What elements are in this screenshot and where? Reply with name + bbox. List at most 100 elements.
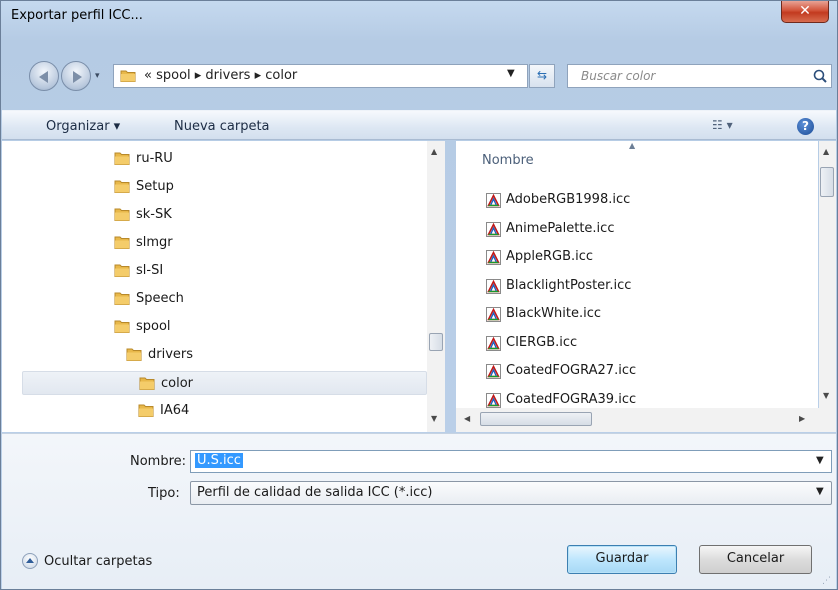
refresh-icon: ⇆ — [536, 68, 548, 82]
tree-item-label: slmgr — [136, 235, 173, 250]
tree-item-label: color — [161, 376, 194, 391]
list-item[interactable]: CIERGB.icc — [486, 332, 806, 354]
file-name: CIERGB.icc — [506, 334, 578, 350]
tree-item[interactable]: sl-SI — [2, 259, 407, 283]
chevron-down-icon[interactable]: ▼ — [816, 486, 824, 497]
sort-ascending-icon: ▲ — [629, 141, 636, 150]
file-type-value: Perfil de calidad de salida ICC (*.icc) — [197, 485, 433, 500]
folder-icon — [114, 152, 130, 165]
hide-folders-label: Ocultar carpetas — [44, 554, 153, 569]
tree-item-label: IA64 — [160, 403, 190, 418]
scroll-thumb[interactable] — [480, 412, 592, 426]
scroll-right-icon[interactable]: ▶ — [799, 414, 805, 423]
file-name: CoatedFOGRA39.icc — [506, 391, 637, 407]
refresh-button[interactable]: ⇆ — [529, 64, 555, 88]
folder-tree-scrollbar[interactable]: ▲ ▼ — [427, 141, 445, 432]
tree-item[interactable]: IA64 — [2, 399, 407, 423]
folder-icon — [138, 404, 154, 417]
address-dropdown-icon[interactable]: ▼ — [507, 68, 515, 79]
list-item[interactable]: AdobeRGB1998.icc — [486, 189, 806, 211]
icc-profile-icon — [486, 250, 501, 265]
scroll-thumb[interactable] — [820, 167, 834, 197]
tree-item[interactable]: color — [22, 371, 427, 395]
tree-item[interactable]: Setup — [2, 175, 407, 199]
file-name: BlackWhite.icc — [506, 306, 602, 321]
tree-item[interactable]: sk-SK — [2, 203, 407, 227]
folder-tree: ru-RU Setup sk-SK slmgr sl-SI Speech spool driv… — [2, 141, 445, 432]
resize-grip-icon[interactable]: ⋰ — [822, 576, 831, 586]
file-name: CoatedFOGRA27.icc — [506, 363, 637, 378]
scroll-left-icon[interactable]: ◀ — [464, 414, 470, 423]
file-type-select[interactable]: Perfil de calidad de salida ICC (*.icc) … — [190, 481, 832, 505]
save-options-panel: Nombre: U.S.icc ▼ Tipo: Perfil de calida… — [2, 433, 836, 589]
folder-icon — [114, 292, 130, 305]
close-icon: ✕ — [799, 3, 811, 19]
file-name-value[interactable]: U.S.icc — [195, 453, 243, 468]
icc-profile-icon — [486, 335, 501, 351]
tree-item[interactable]: ru-RU — [2, 147, 407, 171]
tree-item-label: drivers — [148, 347, 194, 362]
tree-item[interactable]: slmgr — [2, 231, 407, 255]
list-item[interactable]: BlacklightPoster.icc — [486, 275, 806, 297]
scroll-up-icon[interactable]: ▲ — [823, 147, 829, 156]
tree-item-label: sk-SK — [136, 207, 172, 222]
folder-icon — [114, 236, 130, 249]
close-button[interactable]: ✕ — [781, 1, 829, 23]
tree-item-label: Setup — [136, 179, 174, 194]
search-icon[interactable] — [812, 68, 828, 84]
file-name: AnimePalette.icc — [506, 220, 615, 236]
organize-menu[interactable]: Organizar ▾ — [46, 119, 120, 134]
file-list: Nombre ▲ AdobeRGB1998.icc AnimePalette.ic… — [456, 141, 818, 408]
recent-pages-dropdown[interactable]: ▾ — [95, 71, 107, 83]
file-list-vertical-scrollbar[interactable]: ▲ ▼ — [819, 141, 836, 408]
icc-profile-icon — [486, 278, 501, 294]
save-button[interactable]: Guardar — [567, 545, 677, 574]
file-name: AppleRGB.icc — [506, 249, 594, 264]
collapse-icon — [22, 553, 38, 569]
folder-icon — [114, 320, 130, 333]
address-bar[interactable]: « spool ▸ drivers ▸ color ▼ — [113, 64, 528, 88]
icc-profile-icon — [486, 364, 501, 379]
scroll-down-icon[interactable]: ▼ — [823, 391, 829, 400]
list-item[interactable]: AnimePalette.icc — [486, 218, 806, 240]
forward-button[interactable] — [61, 61, 91, 91]
list-item[interactable]: CoatedFOGRA27.icc — [486, 360, 806, 382]
list-item[interactable]: AppleRGB.icc — [486, 246, 806, 268]
tree-item[interactable]: Speech — [2, 287, 407, 311]
column-header-name[interactable]: Nombre — [482, 153, 534, 168]
cancel-button[interactable]: Cancelar — [699, 545, 812, 574]
scroll-down-icon[interactable]: ▼ — [431, 414, 437, 423]
icc-profile-icon — [486, 221, 501, 237]
command-bar: Organizar ▾ Nueva carpeta ☷ ▾ ? — [2, 110, 836, 140]
address-path[interactable]: « spool ▸ drivers ▸ color — [144, 68, 297, 83]
view-options-icon[interactable]: ☷ ▾ — [712, 118, 733, 132]
folder-icon — [139, 377, 155, 390]
file-name-input[interactable]: U.S.icc ▼ — [190, 450, 832, 473]
scroll-thumb[interactable] — [429, 333, 443, 351]
chevron-down-icon[interactable]: ▼ — [816, 455, 824, 466]
folder-icon — [114, 180, 130, 193]
search-placeholder: Buscar color — [581, 69, 656, 83]
file-name: AdobeRGB1998.icc — [506, 192, 631, 207]
file-type-label: Tipo: — [148, 486, 180, 501]
tree-item[interactable]: drivers — [2, 343, 407, 367]
window-title: Exportar perfil ICC... — [11, 8, 143, 23]
tree-item-label: spool — [136, 319, 171, 334]
list-item[interactable]: CoatedFOGRA39.icc — [486, 389, 806, 409]
search-box[interactable]: Buscar color — [567, 64, 832, 88]
file-name: BlacklightPoster.icc — [506, 277, 632, 293]
tree-item-label: Speech — [136, 291, 184, 306]
file-list-horizontal-scrollbar[interactable]: ◀ ▶ — [456, 408, 836, 432]
back-button[interactable] — [29, 61, 59, 91]
tree-item[interactable]: spool — [2, 315, 407, 339]
new-folder-button[interactable]: Nueva carpeta — [174, 119, 270, 134]
help-icon[interactable]: ? — [797, 118, 814, 135]
list-item[interactable]: BlackWhite.icc — [486, 303, 806, 325]
hide-folders-toggle[interactable]: Ocultar carpetas — [22, 552, 192, 572]
folder-icon — [120, 70, 136, 82]
folder-icon — [114, 208, 130, 221]
tree-item-label: ru-RU — [136, 151, 173, 166]
folder-icon — [114, 264, 130, 277]
scroll-up-icon[interactable]: ▲ — [431, 147, 437, 156]
icc-profile-icon — [486, 193, 501, 208]
